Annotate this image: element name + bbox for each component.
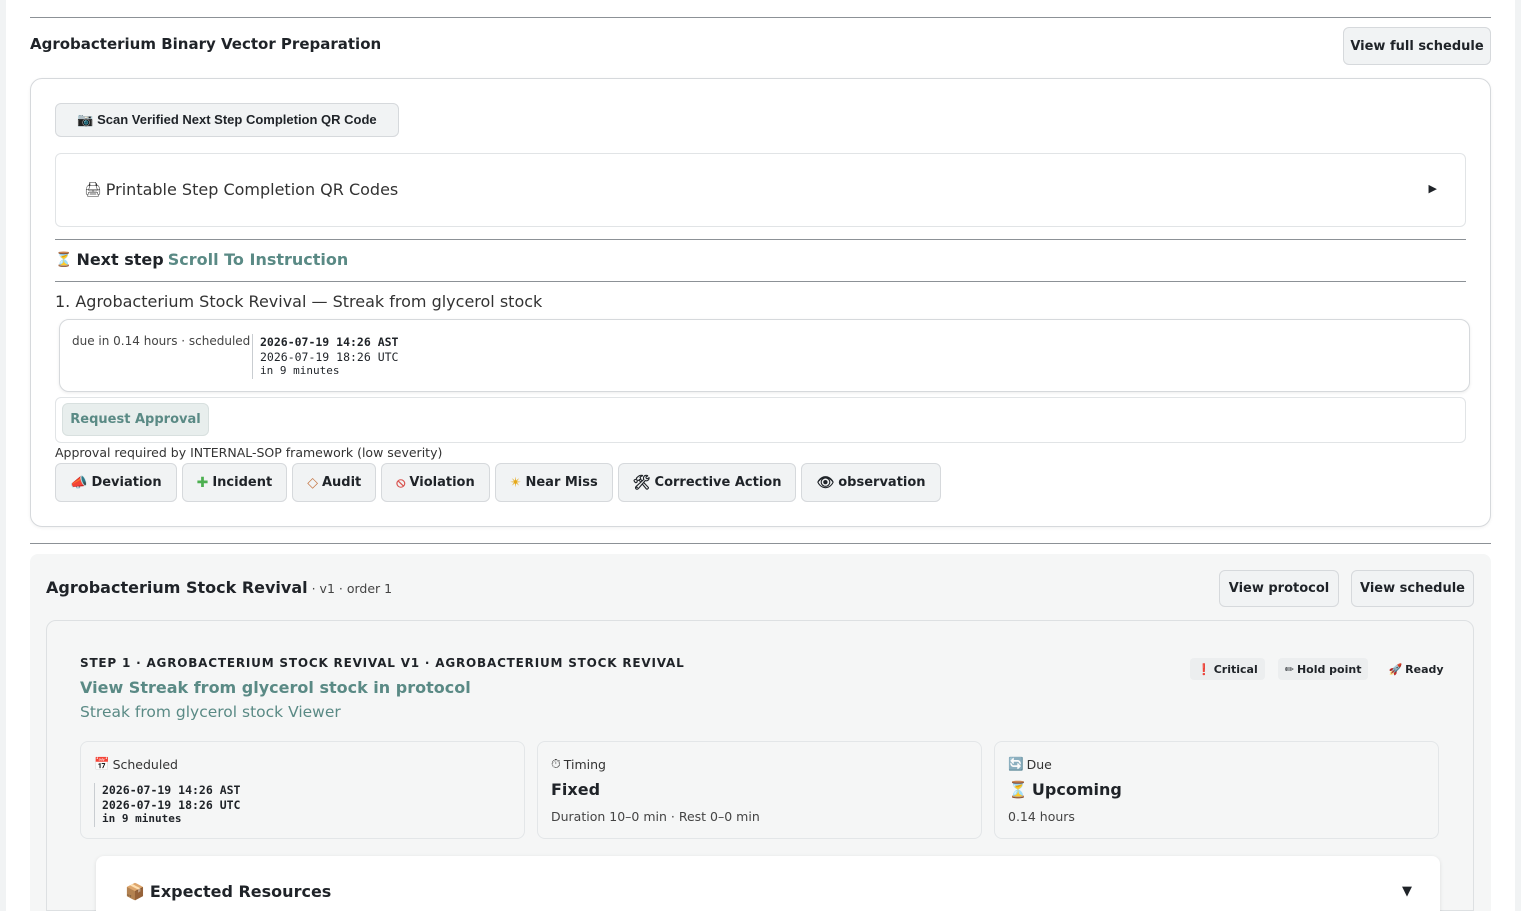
due-card: due in 0.14 hours · scheduled 2026-07-19… [59, 319, 1470, 392]
scan-qr-button[interactable]: 📷 Scan Verified Next Step Completion QR … [55, 103, 399, 137]
approval-box [55, 397, 1466, 443]
stopwatch-icon: ⏱ [551, 756, 561, 771]
due-status: ⏳ Upcoming [1008, 780, 1122, 799]
page-title: Agrobacterium Binary Vector Preparation [30, 35, 382, 53]
protocol-title: Agrobacterium Stock Revival · v1 · order… [46, 578, 392, 597]
step-kicker: STEP 1 · AGROBACTERIUM STOCK REVIVAL V1 … [80, 656, 685, 670]
printable-qr-disclosure[interactable]: 🖨 Printable Step Completion QR Codes ▶ [55, 153, 1466, 227]
expected-resources-disclosure[interactable]: 📦 Expected Resources ▼ [96, 856, 1440, 911]
near-miss-button[interactable]: ✴ Near Miss [494, 463, 613, 502]
scroll-to-instruction-link[interactable]: Scroll To Instruction [168, 250, 349, 269]
chip-label: Violation [409, 475, 475, 490]
scheduled-label: Scheduled [112, 756, 178, 772]
incident-button[interactable]: ✚ Incident [181, 463, 288, 502]
request-approval-button[interactable]: Request Approval [62, 403, 209, 436]
badge-label: Hold point [1296, 662, 1362, 676]
divider [252, 334, 253, 379]
due-times: 2026-07-19 14:26 AST 2026-07-19 18:26 UT… [260, 335, 398, 379]
timing-box: ⏱ Timing Fixed Duration 10–0 min · Rest … [537, 741, 982, 839]
timing-value: Fixed [551, 780, 601, 799]
due-utc-time: 2026-07-19 18:26 UTC [260, 349, 399, 364]
cross-icon: ✚ [196, 474, 209, 491]
printer-icon: 🖨 [84, 181, 102, 198]
next-step-title: 1. Agrobacterium Stock Revival — Streak … [55, 292, 543, 311]
hourglass-icon: ⏳ [55, 251, 73, 268]
scheduled-local-time: 2026-07-19 14:26 AST [102, 783, 241, 797]
divider [30, 17, 1491, 18]
audit-button[interactable]: ◇ Audit [292, 463, 377, 502]
scheduled-times: 2026-07-19 14:26 AST 2026-07-19 18:26 UT… [94, 783, 240, 827]
timing-heading: ⏱ Timing [551, 756, 606, 772]
next-step-heading: ⏳ Next step Scroll To Instruction [55, 250, 348, 269]
step-viewer-link[interactable]: Streak from glycerol stock Viewer [80, 703, 341, 721]
view-schedule-button[interactable]: View schedule [1351, 570, 1474, 607]
view-full-schedule-button[interactable]: View full schedule [1343, 27, 1491, 65]
pen-icon: ✏ [1284, 662, 1294, 676]
eye-icon: 👁 [816, 474, 835, 491]
protocol-version: · v1 · order 1 [307, 581, 393, 596]
badge-label: Ready [1405, 662, 1444, 676]
ready-badge: 🚀 Ready [1381, 658, 1450, 680]
package-icon: 📦 [125, 882, 145, 901]
due-relative-time: in 9 minutes [260, 364, 340, 377]
scheduled-relative-time: in 9 minutes [102, 812, 182, 825]
view-protocol-button[interactable]: View protocol [1219, 570, 1339, 607]
due-status-value: Upcoming [1031, 780, 1122, 799]
view-step-in-protocol-link[interactable]: View Streak from glycerol stock in proto… [80, 678, 471, 697]
scheduled-utc-time: 2026-07-19 18:26 UTC [102, 797, 241, 812]
divider [55, 281, 1466, 282]
scheduled-box: 📅 Scheduled 2026-07-19 14:26 AST 2026-07… [80, 741, 525, 839]
collision-icon: ✴ [509, 474, 522, 491]
divider [30, 543, 1491, 544]
due-box-label: Due [1026, 756, 1052, 772]
protocol-name: Agrobacterium Stock Revival [46, 578, 308, 597]
hold-point-badge: ✏ Hold point [1277, 658, 1369, 680]
due-detail: 0.14 hours [1008, 809, 1075, 824]
due-local-time: 2026-07-19 14:26 AST [260, 335, 399, 349]
chip-label: Audit [321, 475, 362, 490]
due-heading: 🔄 Due [1008, 756, 1052, 772]
timing-detail: Duration 10–0 min · Rest 0–0 min [551, 809, 760, 824]
printable-qr-summary: 🖨 Printable Step Completion QR Codes [84, 180, 398, 199]
next-step-label: Next step [76, 250, 164, 269]
chip-label: observation [838, 475, 926, 490]
page-frame-left [0, 0, 6, 911]
exclamation-icon: ❗ [1197, 662, 1211, 676]
page-frame-right [1515, 0, 1521, 911]
disclosure-arrow-icon: ▼ [1402, 884, 1412, 899]
arrows-icon: 🔄 [1008, 756, 1024, 771]
chip-label: Near Miss [525, 475, 598, 490]
hammer-wrench-icon: 🛠 [632, 474, 651, 491]
disclosure-arrow-icon: ▶ [1428, 182, 1437, 195]
report-chips: 📣 Deviation ✚ Incident ◇ Audit ⦸ Violati… [55, 463, 941, 502]
rocket-icon: 🚀 [1388, 662, 1403, 676]
hourglass-icon: ⏳ [1008, 780, 1028, 799]
timing-label: Timing [563, 756, 606, 772]
critical-badge: ❗ Critical [1190, 658, 1265, 680]
observation-button[interactable]: 👁 observation [801, 463, 941, 502]
expected-resources-summary: 📦 Expected Resources [125, 882, 331, 901]
expected-resources-label: Expected Resources [149, 882, 332, 901]
deviation-button[interactable]: 📣 Deviation [55, 463, 177, 502]
diamond-icon: ◇ [307, 474, 318, 491]
scheduled-heading: 📅 Scheduled [94, 756, 178, 772]
megaphone-icon: 📣 [70, 474, 88, 491]
chip-label: Deviation [91, 475, 162, 490]
no-entry-icon: ⦸ [396, 474, 406, 491]
badge-label: Critical [1213, 662, 1258, 676]
due-box: 🔄 Due ⏳ Upcoming 0.14 hours [994, 741, 1439, 839]
chip-label: Incident [212, 475, 273, 490]
divider [55, 239, 1466, 240]
printable-qr-label: Printable Step Completion QR Codes [105, 180, 399, 199]
chip-label: Corrective Action [654, 475, 782, 490]
due-label: due in 0.14 hours · scheduled [72, 334, 251, 348]
violation-button[interactable]: ⦸ Violation [381, 463, 490, 502]
calendar-icon: 📅 [94, 756, 110, 771]
corrective-action-button[interactable]: 🛠 Corrective Action [617, 463, 797, 502]
step-badges: ❗ Critical ✏ Hold point 🚀 Ready [1190, 658, 1451, 680]
approval-note: Approval required by INTERNAL-SOP framew… [55, 445, 443, 460]
